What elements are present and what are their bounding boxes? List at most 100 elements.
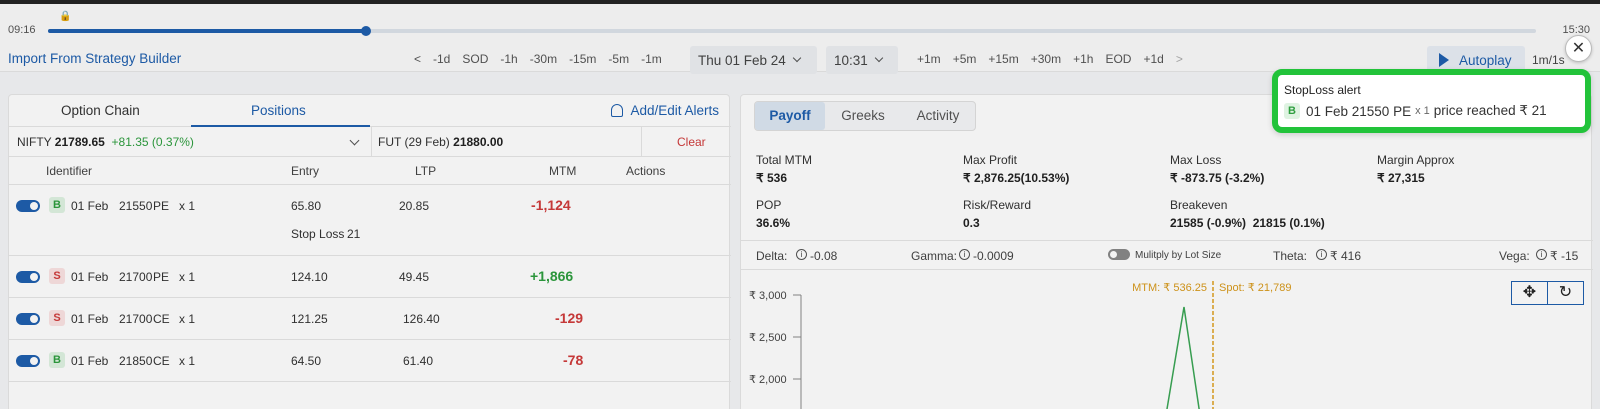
row-mtm: +1,866 xyxy=(530,268,574,284)
bell-icon xyxy=(611,104,624,117)
row-mtm: -78 xyxy=(563,352,584,368)
fut-price: 21880.00 xyxy=(453,135,504,149)
row-ltp: 126.40 xyxy=(403,312,440,326)
tab-greeks[interactable]: Greeks xyxy=(827,102,899,130)
nifty-select[interactable]: NIFTY 21789.65 +81.35 (0.37%) xyxy=(17,135,194,149)
stat-pop-value: 36.6% xyxy=(756,216,791,230)
positions-panel: Option Chain Positions Add/Edit Alerts N… xyxy=(8,94,731,409)
stat-breakeven-label: Breakeven xyxy=(1170,198,1228,212)
side-badge: B xyxy=(1284,103,1300,119)
y-tick-label: ₹ 2,500 xyxy=(749,332,787,344)
row-qty: x 1 xyxy=(179,270,196,284)
timeline-start: 09:16 xyxy=(8,24,36,36)
info-icon[interactable]: i xyxy=(1536,249,1547,260)
step-plus-30m[interactable]: +30m xyxy=(1025,52,1067,66)
stat-breakeven-value: 21585 (-0.9%) 21815 (0.1%) xyxy=(1170,216,1325,230)
side-badge: S xyxy=(49,268,65,284)
chevron-down-icon[interactable] xyxy=(349,135,360,146)
divider xyxy=(371,127,372,157)
multiply-lot-toggle[interactable] xyxy=(1108,249,1130,260)
info-icon[interactable]: i xyxy=(959,249,970,260)
position-toggle[interactable] xyxy=(16,271,40,283)
tab-option-chain[interactable]: Option Chain xyxy=(61,103,140,118)
stoploss-alert-toast: StopLoss alert B 01 Feb 21550 PE x 1 pri… xyxy=(1272,69,1591,133)
step-sod[interactable]: SOD xyxy=(456,52,494,66)
step-minus-1h[interactable]: -1h xyxy=(494,52,523,66)
row-date: 01 Feb xyxy=(71,199,109,213)
row-ltp: 61.40 xyxy=(403,354,434,368)
spot-marker-label: Spot: ₹ 21,789 xyxy=(1219,282,1291,294)
step-minus-1m[interactable]: -1m xyxy=(635,52,668,66)
fut-name: FUT (29 Feb) xyxy=(378,135,450,149)
prev-icon[interactable]: < xyxy=(408,52,427,66)
table-row: S 01 Feb 21700 PE x 1 124.10 49.45 +1,86… xyxy=(9,256,731,298)
tab-activity[interactable]: Activity xyxy=(901,102,975,130)
payoff-line xyxy=(1166,306,1200,409)
alerts-label: Add/Edit Alerts xyxy=(630,103,719,118)
nifty-name: NIFTY xyxy=(17,135,52,149)
autoplay-label: Autoplay xyxy=(1459,52,1512,68)
stat-max-loss-value: ₹ -873.75 (-3.2%) xyxy=(1170,171,1265,185)
stat-margin-label: Margin Approx xyxy=(1377,153,1455,167)
row-ltp: 49.45 xyxy=(399,270,430,284)
vega-value: ₹ -15 xyxy=(1550,249,1579,263)
col-ltp: LTP xyxy=(415,164,437,178)
row-strike: 21700 xyxy=(119,270,153,284)
row-entry: 124.10 xyxy=(291,270,328,284)
stat-pop-label: POP xyxy=(756,198,782,212)
position-toggle[interactable] xyxy=(16,355,40,367)
step-plus-5m[interactable]: +5m xyxy=(947,52,983,66)
import-strategy-link[interactable]: Import From Strategy Builder xyxy=(8,51,181,66)
info-icon[interactable]: i xyxy=(1316,249,1327,260)
gamma-value: -0.0009 xyxy=(973,249,1014,263)
clear-button[interactable]: Clear xyxy=(677,135,706,149)
position-toggle[interactable] xyxy=(16,200,40,212)
play-icon xyxy=(1439,53,1449,67)
row-type: PE xyxy=(153,199,170,213)
table-row: B 01 Feb 21850 CE x 1 64.50 61.40 -78 xyxy=(9,340,731,382)
step-plus-1h[interactable]: +1h xyxy=(1067,52,1099,66)
timeline-handle[interactable] xyxy=(361,26,372,36)
step-plus-1m[interactable]: +1m xyxy=(911,52,947,66)
side-badge: S xyxy=(49,310,65,326)
time-select[interactable]: 10:31 xyxy=(826,46,898,74)
row-entry: 64.50 xyxy=(291,354,322,368)
col-identifier: Identifier xyxy=(46,164,93,178)
tab-positions[interactable]: Positions xyxy=(251,103,306,118)
stat-total-mtm-value: ₹ 536 xyxy=(756,171,787,185)
pan-icon[interactable]: ✥ xyxy=(1511,281,1548,305)
close-alert-button[interactable]: ✕ xyxy=(1565,35,1592,62)
payoff-tabs: Payoff Greeks Activity xyxy=(754,101,976,131)
theta-label: Theta: xyxy=(1273,249,1308,263)
next-icon[interactable]: > xyxy=(1170,52,1189,66)
timeline-bar: 09:16 🔒 15:30 Import From Strategy Build… xyxy=(0,4,1600,74)
row-mtm: -1,124 xyxy=(531,197,571,213)
step-eod[interactable]: EOD xyxy=(1099,52,1137,66)
row-entry: 121.25 xyxy=(291,312,328,326)
step-minus-5m[interactable]: -5m xyxy=(602,52,635,66)
row-mtm: -129 xyxy=(555,310,584,326)
nifty-price: 21789.65 xyxy=(54,135,105,149)
position-toggle[interactable] xyxy=(16,313,40,325)
timeline-slider[interactable] xyxy=(48,26,1536,36)
side-badge: B xyxy=(49,197,65,213)
alert-message: B 01 Feb 21550 PE x 1 price reached ₹ 21 xyxy=(1284,103,1547,119)
gamma-label: Gamma: xyxy=(911,249,958,263)
tab-payoff[interactable]: Payoff xyxy=(755,102,825,130)
date-select[interactable]: Thu 01 Feb 24 xyxy=(690,46,817,74)
speed-select[interactable]: 1m/1s xyxy=(1532,53,1565,67)
alert-qty: x 1 xyxy=(1415,105,1430,117)
row-qty: x 1 xyxy=(179,312,196,326)
row-type: CE xyxy=(153,312,170,326)
step-minus-15m[interactable]: -15m xyxy=(563,52,602,66)
step-minus-30m[interactable]: -30m xyxy=(524,52,563,66)
add-edit-alerts-button[interactable]: Add/Edit Alerts xyxy=(611,103,719,118)
step-plus-1d[interactable]: +1d xyxy=(1137,52,1169,66)
reset-icon[interactable]: ↻ xyxy=(1547,281,1584,305)
info-icon[interactable]: i xyxy=(796,249,807,260)
row-qty: x 1 xyxy=(179,199,196,213)
step-plus-15m[interactable]: +15m xyxy=(982,52,1024,66)
step-minus-1d[interactable]: -1d xyxy=(427,52,456,66)
stat-max-loss-label: Max Loss xyxy=(1170,153,1222,167)
futures-price: FUT (29 Feb) 21880.00 xyxy=(378,135,503,149)
